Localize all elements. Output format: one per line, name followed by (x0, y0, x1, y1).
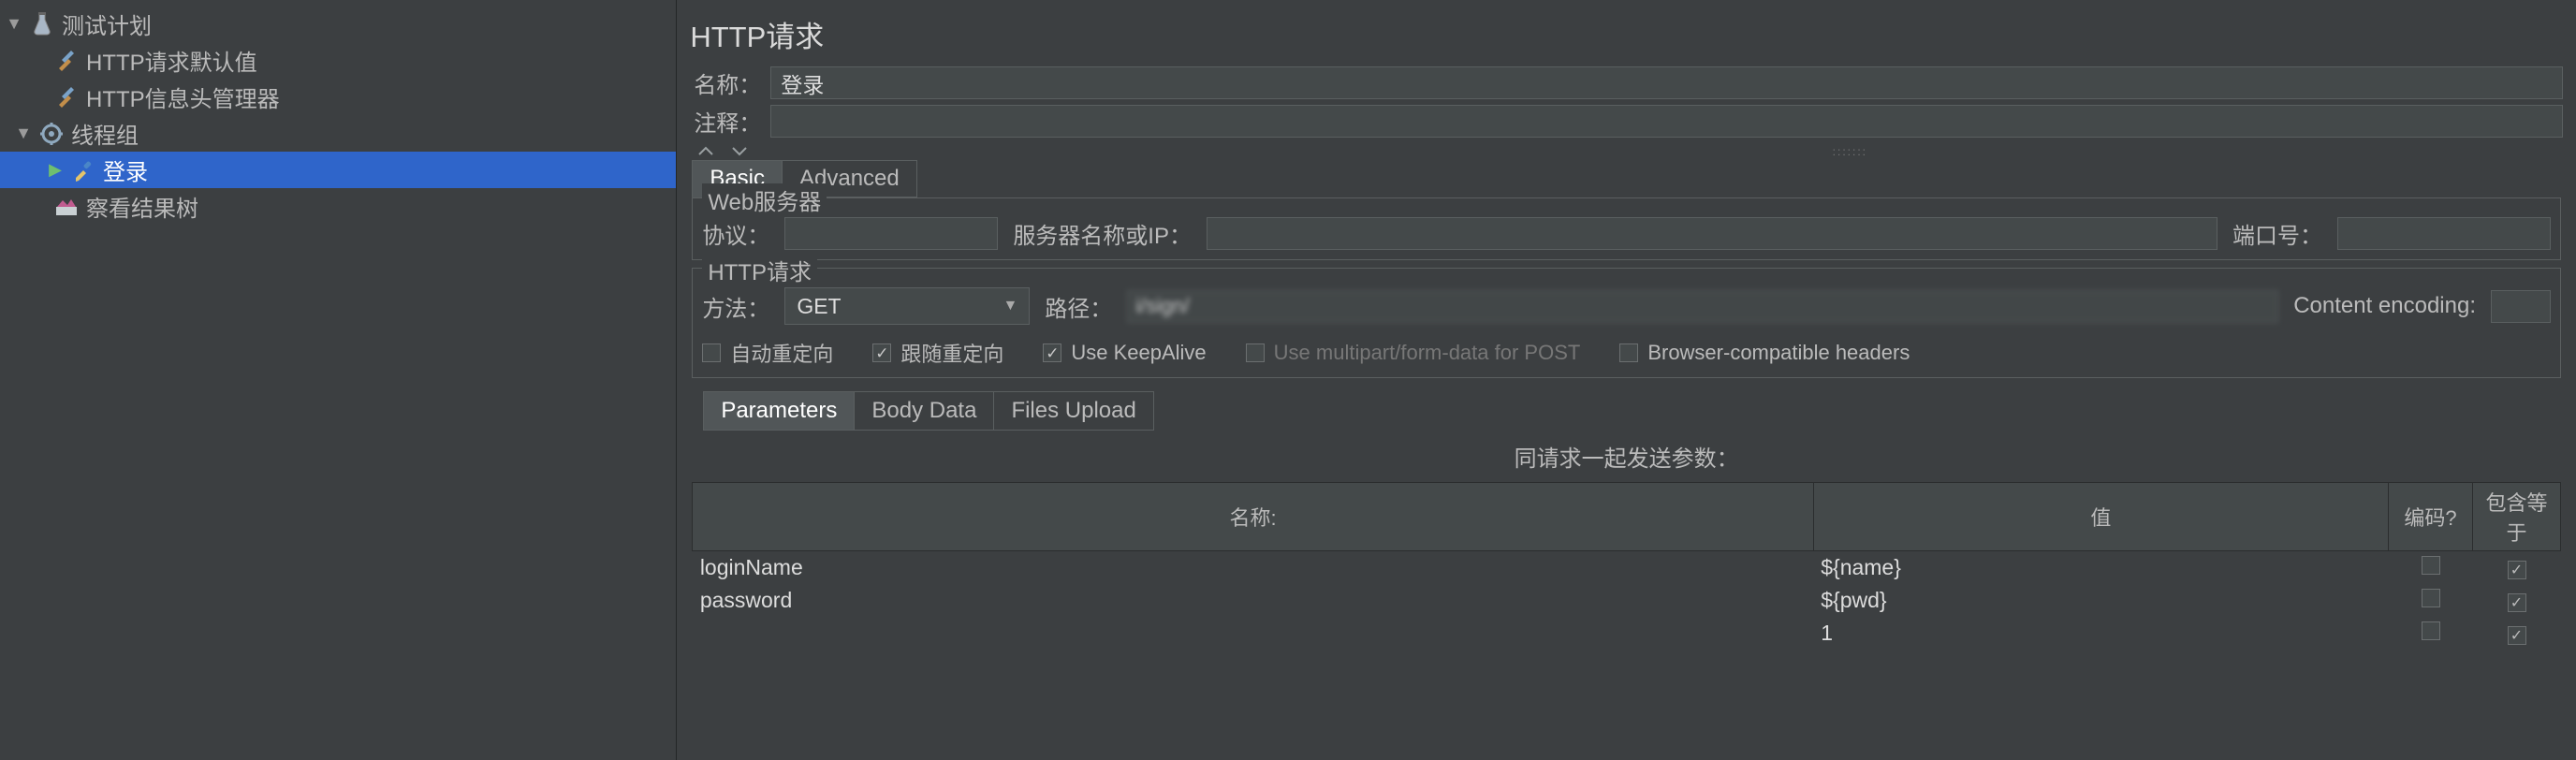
dropper-icon (71, 156, 95, 184)
protocol-label: 协议： (702, 217, 769, 250)
tree-label: 登录 (103, 153, 148, 186)
host-label: 服务器名称或IP： (1013, 217, 1192, 250)
grip-icon: ::::::: (1833, 145, 1867, 158)
tree-row-testplan[interactable]: ▼ 测试计划 (0, 6, 676, 42)
encode-checkbox[interactable] (2422, 589, 2440, 607)
name-input[interactable] (770, 66, 2563, 99)
test-plan-tree[interactable]: ▼ 测试计划 HTTP请求默认值 HTTP信息头管理器 ▼ 线程组 (0, 0, 677, 760)
tab-body-data[interactable]: Body Data (855, 391, 994, 431)
play-icon: ▶ (47, 160, 64, 180)
content-encoding-input[interactable] (2491, 290, 2551, 323)
encode-checkbox[interactable] (2422, 556, 2440, 575)
multipart-label: Use multipart/form-data for POST (1274, 341, 1581, 365)
cell-value[interactable]: ${pwd} (1813, 584, 2388, 617)
chevron-down-icon: ▼ (1003, 298, 1017, 314)
editor-panel: HTTP请求 名称： 注释： ::::::: Basic Advanced We… (677, 0, 2576, 760)
fieldset-legend: Web服务器 (702, 183, 827, 216)
keepalive-label: Use KeepAlive (1071, 341, 1206, 365)
expand-toggle-icon[interactable]: ▼ (6, 14, 22, 34)
browser-headers-label: Browser-compatible headers (1647, 341, 1910, 365)
include-checkbox[interactable] (2508, 626, 2526, 645)
follow-redirect-label: 跟随重定向 (900, 338, 1003, 368)
tree-label: HTTP请求默认值 (86, 44, 257, 77)
auto-redirect-checkbox[interactable] (702, 343, 721, 362)
follow-redirect-checkbox[interactable] (872, 343, 891, 362)
collapse-down-icon (731, 145, 765, 158)
include-checkbox[interactable] (2508, 593, 2526, 612)
port-input[interactable] (2337, 217, 2551, 250)
tab-parameters[interactable]: Parameters (703, 391, 855, 431)
comment-input[interactable] (770, 105, 2563, 138)
gear-icon (39, 120, 64, 148)
method-label: 方法： (702, 290, 769, 323)
path-input[interactable] (1127, 290, 2278, 323)
col-header-include[interactable]: 包含等于 (2473, 483, 2561, 551)
tree-row-http-defaults[interactable]: HTTP请求默认值 (0, 42, 676, 79)
tab-files-upload[interactable]: Files Upload (994, 391, 1153, 431)
cell-name[interactable] (693, 617, 1813, 650)
keepalive-checkbox[interactable] (1043, 343, 1061, 362)
split-handle[interactable]: ::::::: (677, 143, 2576, 160)
tools-icon (54, 47, 79, 75)
tree-label: 察看结果树 (86, 190, 198, 223)
params-title: 同请求一起发送参数： (692, 431, 2561, 482)
content-encoding-label: Content encoding: (2293, 293, 2476, 319)
http-request-fieldset: HTTP请求 方法： GET ▼ 路径： Content encoding: 自… (692, 268, 2561, 378)
tree-row-login[interactable]: ▶ 登录 (0, 152, 676, 188)
tree-label: 测试计划 (62, 7, 152, 40)
expand-toggle-icon[interactable]: ▼ (15, 124, 32, 143)
results-icon (54, 193, 79, 221)
tree-row-resulttree[interactable]: 察看结果树 (0, 188, 676, 225)
table-row[interactable]: loginName ${name} (693, 551, 2561, 584)
cell-name[interactable]: loginName (693, 551, 1813, 584)
body-tabs: Parameters Body Data Files Upload (677, 391, 2576, 431)
fieldset-legend: HTTP请求 (702, 254, 817, 286)
cell-name[interactable]: password (693, 584, 1813, 617)
params-table[interactable]: 名称: 值 编码? 包含等于 loginName ${name} passwor (692, 482, 2561, 650)
web-server-fieldset: Web服务器 协议： 服务器名称或IP： 端口号： (692, 197, 2561, 260)
name-label: 名称： (690, 66, 761, 99)
tree-row-http-header-mgr[interactable]: HTTP信息头管理器 (0, 79, 676, 115)
browser-headers-checkbox[interactable] (1619, 343, 1638, 362)
tools-icon (54, 83, 79, 111)
col-header-name[interactable]: 名称: (693, 483, 1813, 551)
panel-title: HTTP请求 (690, 0, 2563, 66)
tree-row-threadgroup[interactable]: ▼ 线程组 (0, 115, 676, 152)
path-label: 路径： (1045, 290, 1112, 323)
encode-checkbox[interactable] (2422, 621, 2440, 640)
tree-label: HTTP信息头管理器 (86, 80, 280, 113)
method-select[interactable]: GET ▼ (784, 287, 1030, 325)
multipart-checkbox[interactable] (1246, 343, 1265, 362)
flask-icon (30, 10, 54, 38)
protocol-input[interactable] (784, 217, 998, 250)
port-label: 端口号： (2232, 217, 2322, 250)
table-row[interactable]: password ${pwd} (693, 584, 2561, 617)
col-header-value[interactable]: 值 (1813, 483, 2388, 551)
col-header-encode[interactable]: 编码? (2389, 483, 2473, 551)
comment-label: 注释： (690, 105, 761, 138)
config-tabs: Basic Advanced (677, 160, 2576, 197)
include-checkbox[interactable] (2508, 561, 2526, 579)
collapse-up-icon (697, 145, 731, 158)
cell-value[interactable]: 1 (1813, 617, 2388, 650)
method-value: GET (797, 294, 841, 319)
tree-label: 线程组 (71, 117, 139, 150)
auto-redirect-label: 自动重定向 (730, 338, 833, 368)
host-input[interactable] (1207, 217, 2217, 250)
table-row[interactable]: 1 (693, 617, 2561, 650)
cell-value[interactable]: ${name} (1813, 551, 2388, 584)
